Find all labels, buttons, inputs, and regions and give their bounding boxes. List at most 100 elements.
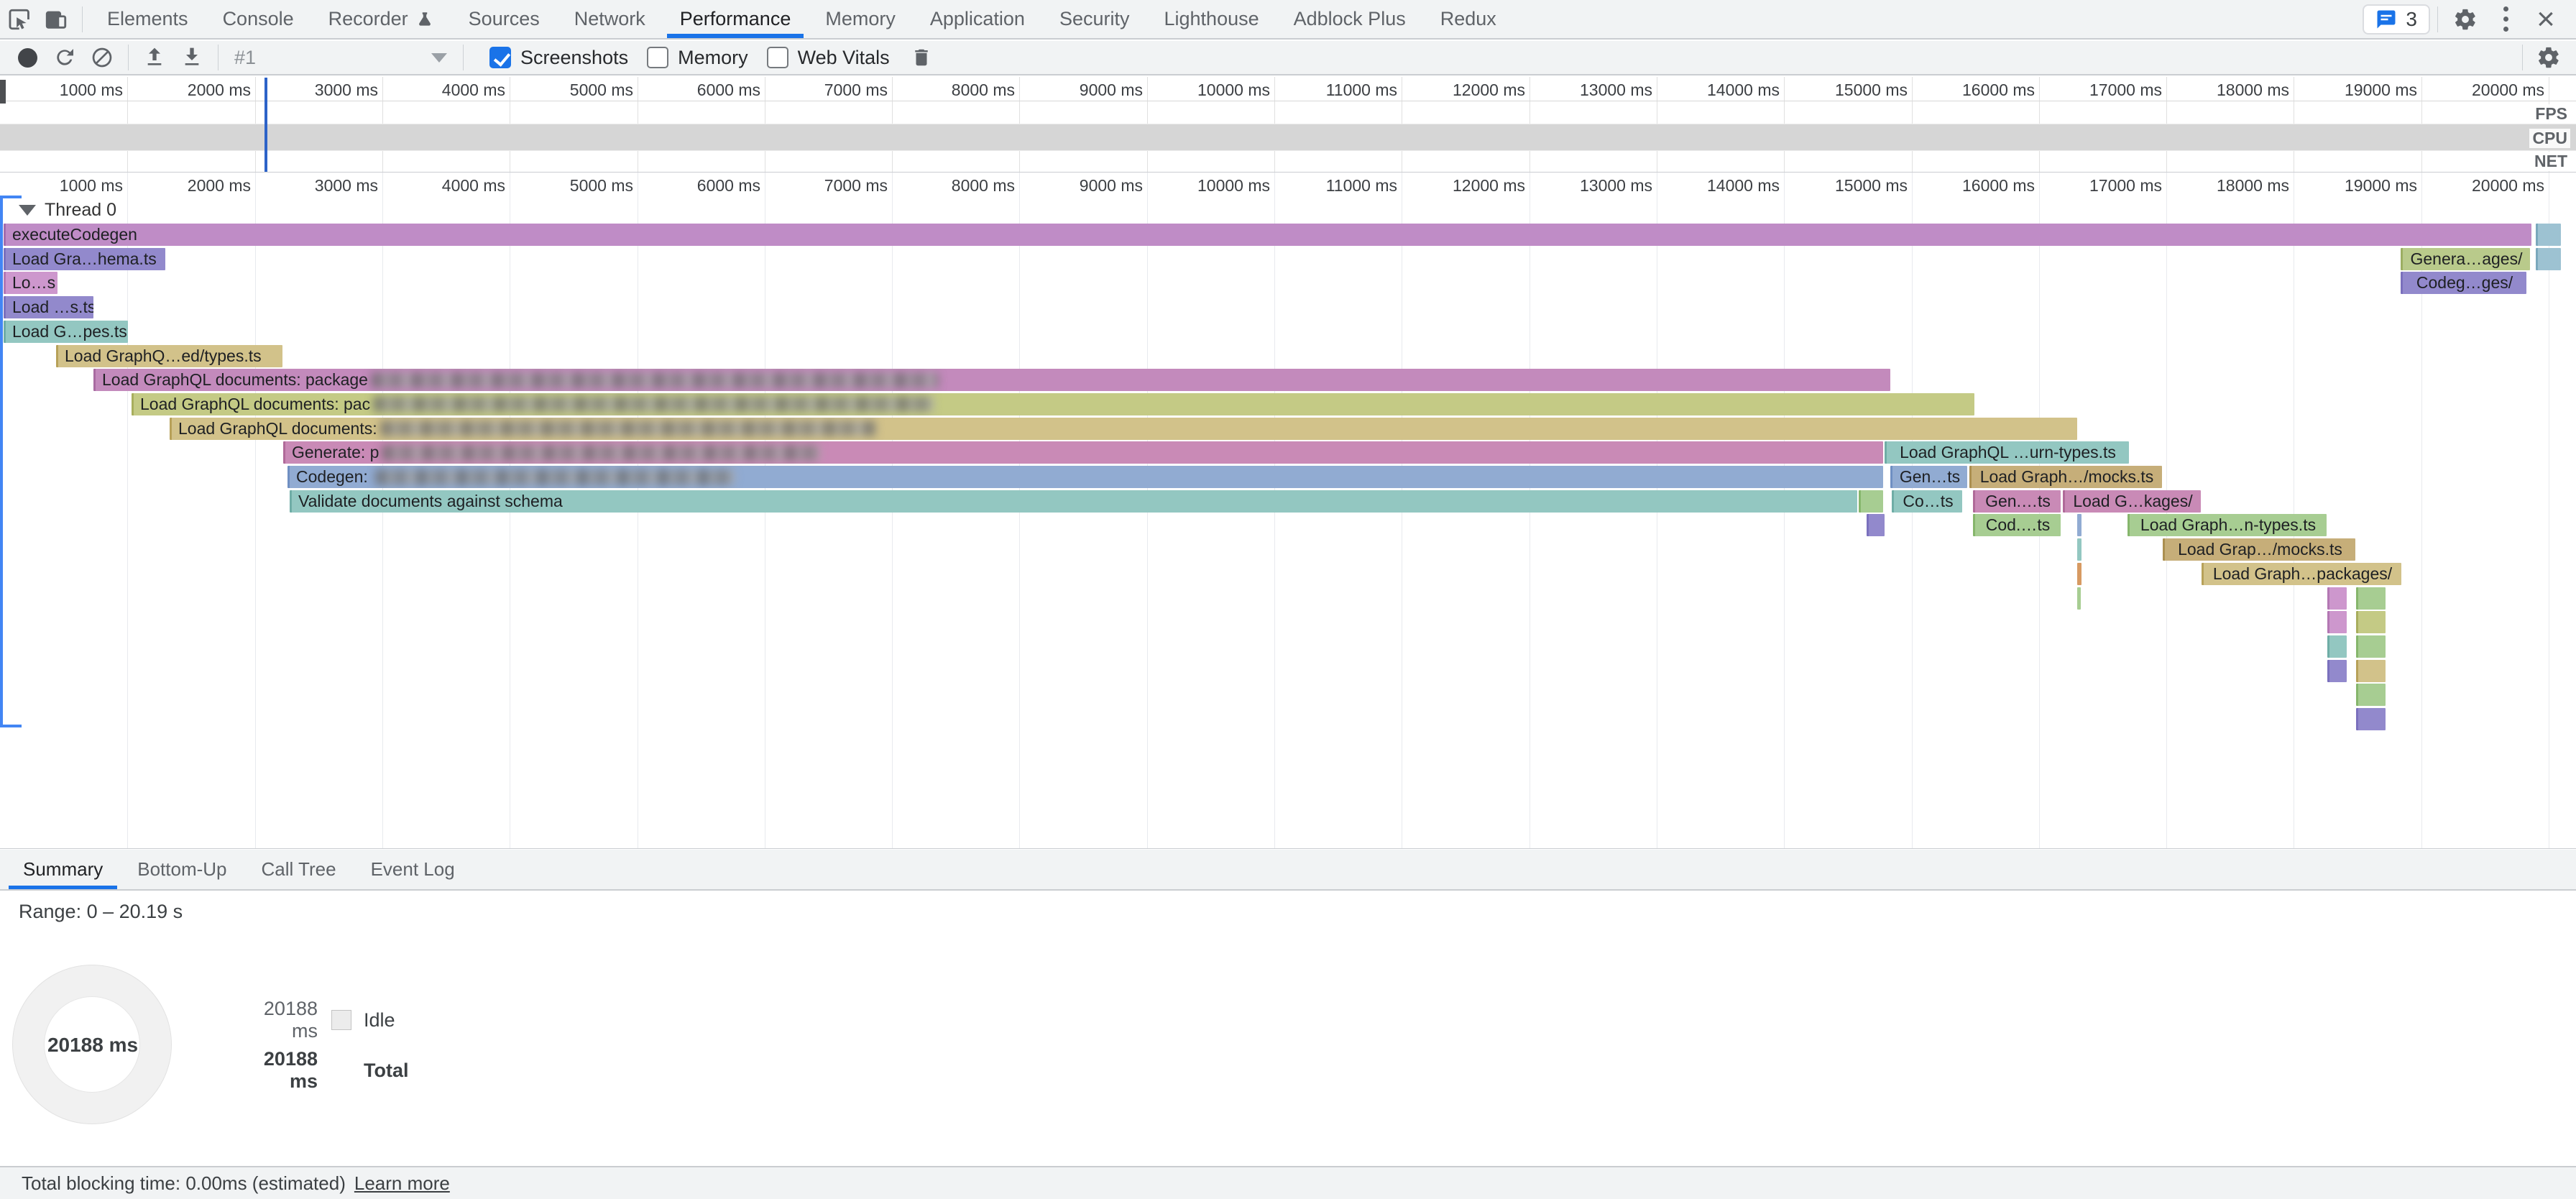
learn-more-link[interactable]: Learn more xyxy=(354,1172,450,1195)
flame-bar-load-grap-mocks-ts[interactable]: Load Grap…/mocks.ts xyxy=(2163,538,2355,561)
flame-bar[interactable] xyxy=(2077,587,2081,610)
tab-recorder[interactable]: Recorder xyxy=(311,0,451,38)
tab-lighthouse[interactable]: Lighthouse xyxy=(1147,0,1276,38)
flame-bar[interactable] xyxy=(2077,538,2082,561)
flame-bar-load-graphql-documents-package[interactable]: Load GraphQL documents: package xyxy=(93,369,1890,391)
checkbox-memory[interactable]: Memory xyxy=(647,47,748,69)
tab-security[interactable]: Security xyxy=(1042,0,1147,38)
flame-bar-load-s-ts[interactable]: Load …s.ts xyxy=(4,296,93,318)
tab-performance[interactable]: Performance xyxy=(663,0,809,38)
trash-icon[interactable] xyxy=(903,41,940,74)
device-toolbar-icon[interactable] xyxy=(37,1,75,37)
flame-bar[interactable] xyxy=(2356,660,2386,682)
flame-bar[interactable] xyxy=(2356,635,2386,658)
flame-bar[interactable] xyxy=(2077,514,2082,536)
idle-value: 20188 ms xyxy=(237,998,318,1042)
flame-bar[interactable] xyxy=(2356,708,2386,730)
redacted-text xyxy=(375,469,735,485)
tab-label: Application xyxy=(930,8,1025,30)
total-label: Total xyxy=(364,1060,409,1082)
flame-bar-load-g-kages[interactable]: Load G…kages/ xyxy=(2063,490,2201,513)
checkbox-unchecked-icon[interactable] xyxy=(767,47,788,68)
issues-button[interactable]: 3 xyxy=(2363,4,2430,35)
flame-bar[interactable] xyxy=(2536,224,2561,246)
flame-bar-executecodegen[interactable]: executeCodegen xyxy=(4,224,2531,246)
overview-fps-lane xyxy=(0,102,2576,124)
timeline-overview[interactable]: 1000 ms2000 ms3000 ms4000 ms5000 ms6000 … xyxy=(0,77,2576,173)
flame-bar-cod-ts[interactable]: Cod.…ts xyxy=(1973,514,2061,536)
flame-bar-load-gra-hema-ts[interactable]: Load Gra…hema.ts xyxy=(4,248,165,270)
flame-bar[interactable] xyxy=(2356,684,2386,706)
time-tick-label: 10000 ms xyxy=(1162,176,1270,196)
settings-gear-icon[interactable] xyxy=(2445,1,2485,37)
flame-bar-codegen[interactable]: Codegen: xyxy=(288,466,1883,488)
flame-bar-co-ts[interactable]: Co…ts xyxy=(1892,490,1962,513)
flame-bar-label: Load Graph…n-types.ts xyxy=(2140,514,2316,536)
overview-playhead[interactable] xyxy=(264,78,267,172)
record-button[interactable] xyxy=(9,41,46,74)
flame-bar-generate-p[interactable]: Generate: p xyxy=(283,441,1883,464)
tab-sources[interactable]: Sources xyxy=(451,0,557,38)
inspect-element-icon[interactable] xyxy=(0,1,37,37)
flame-bar-load-graphql-urn-types-ts[interactable]: Load GraphQL …urn-types.ts xyxy=(1885,441,2129,464)
more-options-kebab-icon[interactable] xyxy=(2485,1,2526,37)
history-select[interactable]: #1 xyxy=(226,43,456,72)
tab-network[interactable]: Network xyxy=(557,0,663,38)
flame-chart[interactable]: 1000 ms2000 ms3000 ms4000 ms5000 ms6000 … xyxy=(0,173,2576,849)
flame-bar[interactable] xyxy=(2327,635,2347,658)
history-selected-value: #1 xyxy=(234,47,256,69)
flame-bar-validate-documents-against-schema[interactable]: Validate documents against schema xyxy=(290,490,1857,513)
clear-recording-icon[interactable] xyxy=(83,41,121,74)
flame-bar-load-g-pes-ts[interactable]: Load G…pes.ts xyxy=(4,321,128,343)
time-tick-label: 20000 ms xyxy=(2437,81,2544,100)
flame-bar[interactable] xyxy=(2356,587,2386,610)
flame-bar[interactable] xyxy=(1859,490,1883,513)
idle-label: Idle xyxy=(364,1009,395,1032)
legend-row-total: 20188 ms Total xyxy=(237,1057,409,1083)
flame-bar[interactable] xyxy=(2077,563,2082,585)
flame-bar-label: Load GraphQL documents: xyxy=(172,418,377,440)
flame-bar[interactable] xyxy=(2356,611,2386,633)
detail-tab-summary[interactable]: Summary xyxy=(6,850,120,889)
flame-bar-codeg-ges[interactable]: Codeg…ges/ xyxy=(2401,272,2526,294)
tab-redux[interactable]: Redux xyxy=(1423,0,1514,38)
checkbox-label: Memory xyxy=(678,47,748,69)
tab-application[interactable]: Application xyxy=(913,0,1042,38)
checkbox-checked-icon[interactable] xyxy=(489,47,511,68)
tab-adblock-plus[interactable]: Adblock Plus xyxy=(1276,0,1423,38)
tab-elements[interactable]: Elements xyxy=(90,0,206,38)
flame-bar[interactable] xyxy=(1867,514,1885,536)
checkbox-web-vitals[interactable]: Web Vitals xyxy=(767,47,890,69)
capture-settings-gear-icon[interactable] xyxy=(2530,41,2567,74)
flame-bar-load-graphq-ed-types-ts[interactable]: Load GraphQ…ed/types.ts xyxy=(56,345,282,367)
time-tick-label: 9000 ms xyxy=(1035,81,1143,100)
flame-bar[interactable] xyxy=(2536,248,2561,270)
load-profile-icon[interactable] xyxy=(136,41,173,74)
time-tick-label: 5000 ms xyxy=(525,176,633,196)
flame-bar-load-graph-mocks-ts[interactable]: Load Graph…/mocks.ts xyxy=(1969,466,2162,488)
flame-bar-load-graphql-documents-pac[interactable]: Load GraphQL documents: pac xyxy=(132,393,1974,415)
flame-bar-genera-ages[interactable]: Genera…ages/ xyxy=(2401,248,2530,270)
flame-bar-load-graphql-documents[interactable]: Load GraphQL documents: xyxy=(170,418,2077,440)
flame-bar[interactable] xyxy=(2327,587,2347,610)
checkbox-screenshots[interactable]: Screenshots xyxy=(489,47,628,69)
detail-tab-event-log[interactable]: Event Log xyxy=(354,850,472,889)
flame-bar-lo-s[interactable]: Lo…s xyxy=(4,272,58,294)
close-icon[interactable]: × xyxy=(2526,1,2566,37)
tab-memory[interactable]: Memory xyxy=(808,0,913,38)
flame-bar[interactable] xyxy=(2327,611,2347,633)
time-tick-label: 6000 ms xyxy=(653,81,760,100)
time-tick-label: 15000 ms xyxy=(1800,176,1908,196)
flame-bar-load-graph-packages[interactable]: Load Graph…packages/ xyxy=(2202,563,2401,585)
flame-bar-load-graph-n-types-ts[interactable]: Load Graph…n-types.ts xyxy=(2128,514,2327,536)
detail-tab-call-tree[interactable]: Call Tree xyxy=(244,850,354,889)
detail-tab-bottom-up[interactable]: Bottom-Up xyxy=(120,850,244,889)
tab-console[interactable]: Console xyxy=(206,0,311,38)
flame-bar[interactable] xyxy=(2327,660,2347,682)
save-profile-icon[interactable] xyxy=(173,41,211,74)
thread-header[interactable]: Thread 0 xyxy=(19,200,116,221)
checkbox-unchecked-icon[interactable] xyxy=(647,47,668,68)
flame-bar-gen-ts[interactable]: Gen…ts xyxy=(1890,466,1967,488)
flame-bar-gen-ts[interactable]: Gen.…ts xyxy=(1973,490,2061,513)
reload-and-record-button[interactable] xyxy=(46,41,83,74)
